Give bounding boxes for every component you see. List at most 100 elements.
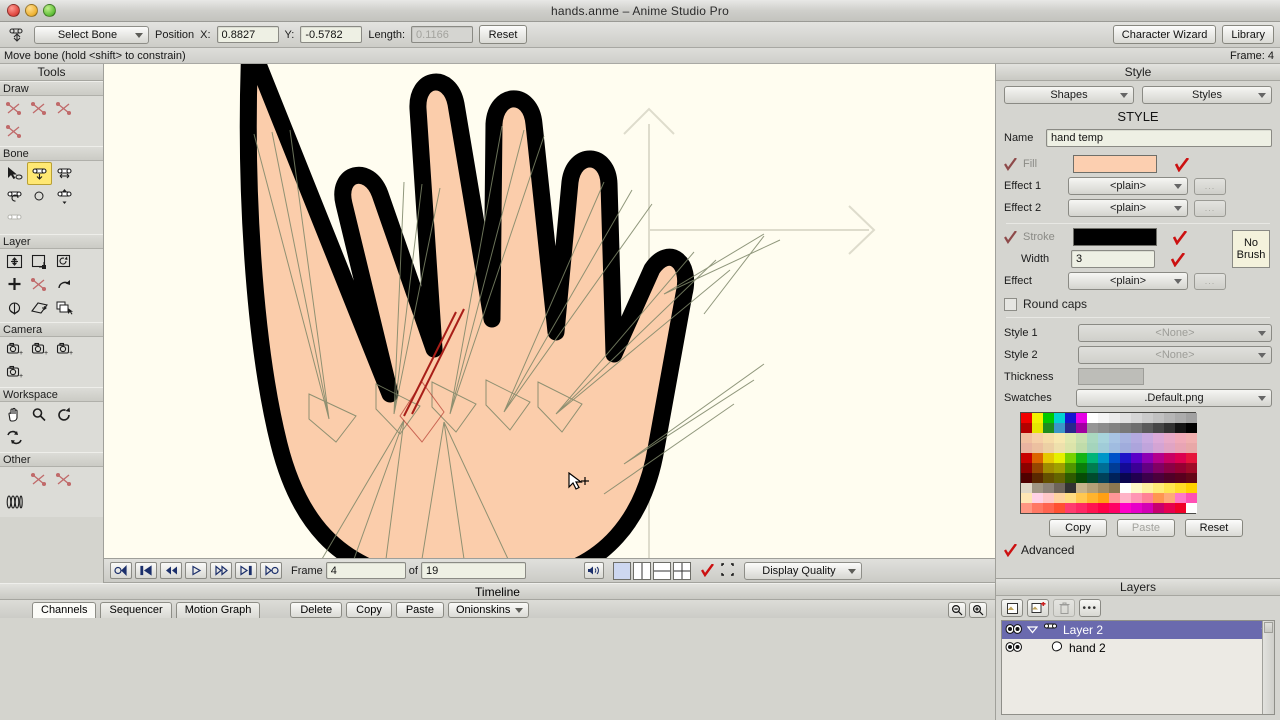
color-swatch-5-9[interactable]: [1120, 463, 1131, 473]
color-swatch-7-10[interactable]: [1131, 483, 1142, 493]
color-swatch-9-0[interactable]: [1021, 503, 1032, 513]
color-swatch-4-10[interactable]: [1131, 453, 1142, 463]
tool-follow-path[interactable]: [27, 296, 52, 319]
layer-row-hand-2[interactable]: hand 2: [1002, 639, 1274, 657]
color-swatch-7-14[interactable]: [1175, 483, 1186, 493]
color-swatch-1-0[interactable]: [1021, 423, 1032, 433]
color-swatch-2-6[interactable]: [1087, 433, 1098, 443]
fill-color-swatch[interactable]: [1073, 155, 1157, 173]
color-swatch-0-4[interactable]: [1065, 413, 1076, 423]
layers-list[interactable]: Layer 2 hand 2: [1001, 620, 1275, 715]
color-swatch-5-4[interactable]: [1065, 463, 1076, 473]
color-swatch-7-3[interactable]: [1054, 483, 1065, 493]
color-swatch-4-1[interactable]: [1032, 453, 1043, 463]
color-swatch-0-13[interactable]: [1164, 413, 1175, 423]
color-swatch-5-1[interactable]: [1032, 463, 1043, 473]
color-swatch-0-5[interactable]: [1076, 413, 1087, 423]
fast-forward-button[interactable]: [210, 562, 232, 579]
color-swatch-1-13[interactable]: [1164, 423, 1175, 433]
color-swatch-3-1[interactable]: [1032, 443, 1043, 453]
tool-delete-point[interactable]: [27, 97, 52, 120]
color-swatch-6-4[interactable]: [1065, 473, 1076, 483]
color-swatch-2-0[interactable]: [1021, 433, 1032, 443]
stroke-checkbox[interactable]: [1004, 229, 1017, 244]
copy-color-button[interactable]: Copy: [1049, 519, 1107, 537]
color-swatch-8-3[interactable]: [1054, 493, 1065, 503]
color-swatch-4-4[interactable]: [1065, 453, 1076, 463]
color-swatch-5-6[interactable]: [1087, 463, 1098, 473]
color-swatch-1-1[interactable]: [1032, 423, 1043, 433]
x-input[interactable]: [216, 26, 279, 43]
quad-view-button[interactable]: [672, 561, 691, 580]
color-swatch-9-1[interactable]: [1032, 503, 1043, 513]
color-swatch-6-11[interactable]: [1142, 473, 1153, 483]
tool-scale-layer[interactable]: [27, 250, 52, 273]
color-swatch-2-7[interactable]: [1098, 433, 1109, 443]
color-swatch-9-6[interactable]: [1087, 503, 1098, 513]
color-swatch-3-9[interactable]: [1120, 443, 1131, 453]
tab-channels[interactable]: Channels: [32, 601, 97, 618]
color-swatch-2-4[interactable]: [1065, 433, 1076, 443]
color-swatch-8-5[interactable]: [1076, 493, 1087, 503]
color-swatch-2-11[interactable]: [1142, 433, 1153, 443]
swatches-combo[interactable]: .Default.png: [1076, 389, 1272, 407]
color-swatch-9-13[interactable]: [1164, 503, 1175, 513]
tab-motion-graph[interactable]: Motion Graph: [175, 601, 261, 618]
color-swatch-7-5[interactable]: [1076, 483, 1087, 493]
reset-button[interactable]: Reset: [479, 25, 528, 44]
two-pane-view-button[interactable]: [632, 561, 651, 580]
delete-keyframe-button[interactable]: Delete: [290, 601, 343, 618]
color-swatch-5-0[interactable]: [1021, 463, 1032, 473]
next-keyframe-button[interactable]: [235, 562, 257, 579]
color-swatch-4-13[interactable]: [1164, 453, 1175, 463]
color-swatch-3-10[interactable]: [1131, 443, 1142, 453]
color-swatch-5-10[interactable]: [1131, 463, 1142, 473]
shapes-combo[interactable]: Shapes: [1004, 86, 1134, 104]
effect2-combo[interactable]: <plain>: [1068, 199, 1188, 217]
color-swatch-4-6[interactable]: [1087, 453, 1098, 463]
color-swatch-7-9[interactable]: [1120, 483, 1131, 493]
color-swatch-8-0[interactable]: [1021, 493, 1032, 503]
tool-select-bone-arrow[interactable]: [2, 162, 27, 185]
color-swatch-1-4[interactable]: [1065, 423, 1076, 433]
tool-select-combo[interactable]: Select Bone: [34, 25, 149, 44]
color-swatch-7-8[interactable]: [1109, 483, 1120, 493]
chevron-down-icon[interactable]: [1026, 623, 1039, 637]
character-wizard-button[interactable]: Character Wizard: [1112, 25, 1217, 44]
stroke-effect-combo[interactable]: <plain>: [1068, 272, 1188, 290]
color-swatch-3-0[interactable]: [1021, 443, 1032, 453]
color-swatch-6-2[interactable]: [1043, 473, 1054, 483]
color-swatch-5-15[interactable]: [1186, 463, 1197, 473]
no-brush-button[interactable]: No Brush: [1232, 230, 1270, 268]
tool-noise[interactable]: [27, 468, 52, 491]
color-swatch-3-3[interactable]: [1054, 443, 1065, 453]
color-swatch-7-1[interactable]: [1032, 483, 1043, 493]
color-swatch-2-12[interactable]: [1153, 433, 1164, 443]
tool-pan-tilt-camera[interactable]: +: [2, 361, 27, 384]
tool-manipulate-bone[interactable]: [27, 162, 52, 185]
color-swatch-4-12[interactable]: [1153, 453, 1164, 463]
color-swatch-2-2[interactable]: [1043, 433, 1054, 443]
tool-bone-disabled[interactable]: [2, 208, 27, 231]
color-swatch-5-2[interactable]: [1043, 463, 1054, 473]
color-swatch-3-14[interactable]: [1175, 443, 1186, 453]
color-swatch-4-15[interactable]: [1186, 453, 1197, 463]
color-swatch-1-11[interactable]: [1142, 423, 1153, 433]
tool-layer-add[interactable]: [2, 273, 27, 296]
color-swatch-8-6[interactable]: [1087, 493, 1098, 503]
color-swatch-0-12[interactable]: [1153, 413, 1164, 423]
color-swatch-1-10[interactable]: [1131, 423, 1142, 433]
color-swatch-9-10[interactable]: [1131, 503, 1142, 513]
color-swatch-1-2[interactable]: [1043, 423, 1054, 433]
color-swatch-0-15[interactable]: [1186, 413, 1197, 423]
paste-keyframe-button[interactable]: Paste: [395, 601, 444, 618]
color-swatch-2-15[interactable]: [1186, 433, 1197, 443]
color-swatch-4-5[interactable]: [1076, 453, 1087, 463]
color-swatch-8-13[interactable]: [1164, 493, 1175, 503]
color-swatch-0-3[interactable]: [1054, 413, 1065, 423]
color-swatch-5-11[interactable]: [1142, 463, 1153, 473]
color-swatch-7-6[interactable]: [1087, 483, 1098, 493]
display-quality-combo[interactable]: Display Quality: [743, 561, 862, 580]
color-swatch-9-4[interactable]: [1065, 503, 1076, 513]
color-swatch-6-7[interactable]: [1098, 473, 1109, 483]
